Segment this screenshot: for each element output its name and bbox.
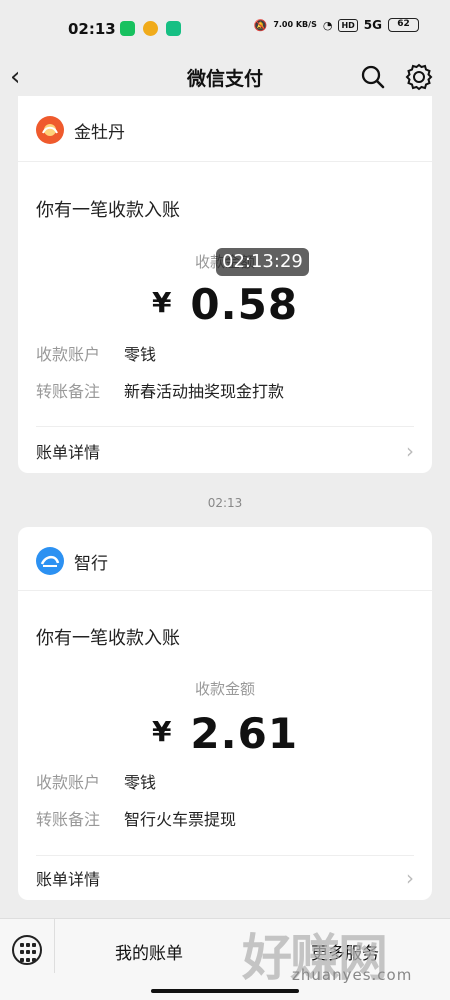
bill-detail-link[interactable]: 账单详情 › xyxy=(36,858,414,898)
message-time: 02:13 xyxy=(207,496,243,510)
merchant-name: 金牡丹 xyxy=(74,122,125,143)
card-divider xyxy=(18,161,432,162)
bottom-separator xyxy=(54,919,55,973)
top-navigation: ‹ 微信支付 xyxy=(0,58,450,98)
chevron-right-icon: › xyxy=(406,866,414,890)
search-icon[interactable] xyxy=(360,64,386,90)
more-services-button[interactable]: 更多服务 xyxy=(311,939,379,964)
remark-label: 转账备注 xyxy=(36,382,101,401)
train-logo-icon xyxy=(36,547,64,575)
network-speed: 7.00 KB/S xyxy=(273,20,317,29)
message-notification-icon xyxy=(166,21,181,36)
payment-card-zhixing: 智行 你有一笔收款入账 收款金额 ¥2.61 收款账户 零钱 转账备注 智行火车… xyxy=(18,527,432,900)
account-value: 零钱 xyxy=(124,773,157,792)
chevron-right-icon: › xyxy=(406,439,414,463)
currency-symbol: ¥ xyxy=(151,715,173,748)
keyboard-icon[interactable] xyxy=(12,935,42,965)
home-indicator[interactable] xyxy=(151,989,299,993)
wifi-icon: ◔ xyxy=(322,18,333,32)
mute-icon: 🔕 xyxy=(253,18,268,32)
merchant-row[interactable]: 金牡丹 xyxy=(36,114,125,146)
timestamp-overlay: 02:13:29 xyxy=(216,248,309,276)
gear-icon[interactable] xyxy=(405,63,433,91)
status-time: 02:13 xyxy=(68,20,116,38)
remark-row: 转账备注 新春活动抽奖现金打款 xyxy=(36,378,284,402)
status-indicators: 🔕 7.00 KB/S ◔ HD 5G 62 xyxy=(254,18,419,32)
card-divider xyxy=(18,590,432,591)
hd-badge: HD xyxy=(338,18,358,32)
wechat-notification-icon xyxy=(120,21,135,36)
bill-detail-label: 账单详情 xyxy=(36,443,101,462)
account-row: 收款账户 零钱 xyxy=(36,341,156,365)
card-heading: 你有一笔收款入账 xyxy=(36,200,180,221)
currency-symbol: ¥ xyxy=(151,286,173,319)
account-label: 收款账户 xyxy=(36,773,101,792)
payment-amount: ¥0.58 xyxy=(18,280,432,329)
battery-indicator: 62 xyxy=(388,18,419,32)
status-bar: 02:13 🔕 7.00 KB/S ◔ HD 5G 62 xyxy=(0,0,450,58)
card-divider xyxy=(36,855,414,856)
remark-row: 转账备注 智行火车票提现 xyxy=(36,806,236,830)
amount-number: 0.58 xyxy=(190,280,299,329)
my-bills-button[interactable]: 我的账单 xyxy=(115,939,183,964)
flower-logo-icon xyxy=(36,116,64,144)
merchant-name: 智行 xyxy=(74,553,108,574)
amount-label: 收款金额 xyxy=(194,680,255,698)
account-label: 收款账户 xyxy=(36,345,101,364)
account-value: 零钱 xyxy=(124,345,157,364)
remark-value: 智行火车票提现 xyxy=(124,810,237,829)
card-heading: 你有一笔收款入账 xyxy=(36,628,180,649)
signal-label: 5G xyxy=(363,18,382,32)
card-divider xyxy=(36,426,414,427)
bill-detail-label: 账单详情 xyxy=(36,870,101,889)
remark-value: 新春活动抽奖现金打款 xyxy=(124,382,285,401)
bottom-navigation: 我的账单 更多服务 xyxy=(0,918,450,1000)
amount-number: 2.61 xyxy=(190,709,299,758)
account-row: 收款账户 零钱 xyxy=(36,769,156,793)
app-notification-icon xyxy=(143,21,158,36)
bill-detail-link[interactable]: 账单详情 › xyxy=(36,431,414,471)
remark-label: 转账备注 xyxy=(36,810,101,829)
payment-card-jinmudan: 金牡丹 你有一笔收款入账 收款金额 ¥0.58 收款账户 零钱 转账备注 新春活… xyxy=(18,96,432,473)
merchant-row[interactable]: 智行 xyxy=(36,545,108,577)
payment-amount: ¥2.61 xyxy=(18,709,432,758)
